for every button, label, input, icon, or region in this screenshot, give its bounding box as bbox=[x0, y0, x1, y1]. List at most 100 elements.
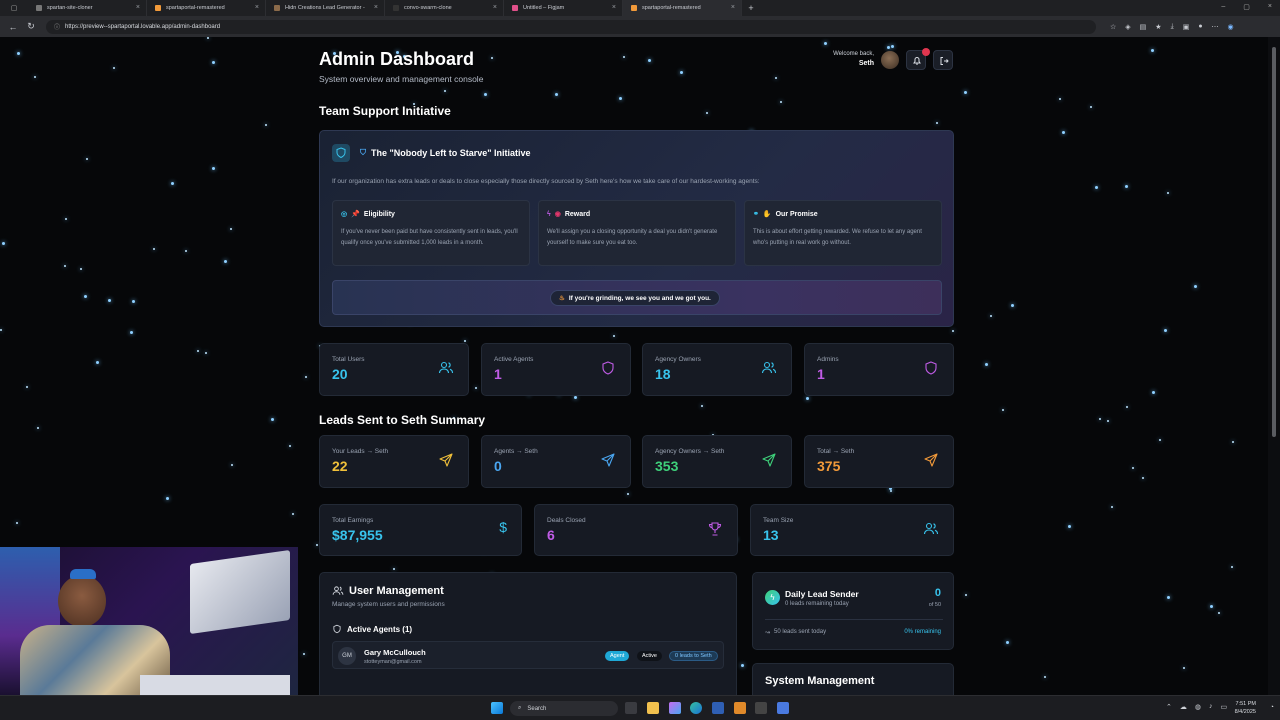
collections-icon[interactable]: ▤ bbox=[1140, 23, 1147, 31]
star-dot bbox=[231, 464, 233, 466]
logout-button[interactable] bbox=[933, 50, 953, 70]
close-tab-icon[interactable]: × bbox=[255, 4, 259, 11]
star-dot bbox=[37, 427, 39, 429]
browser-toolbar: ← ↻ ⓘ https://preview--spartaportal.lova… bbox=[0, 16, 1280, 37]
taskbar-search[interactable]: ⌕ Search bbox=[510, 701, 618, 716]
stat-value: 22 bbox=[332, 458, 348, 474]
address-bar[interactable]: ⓘ https://preview--spartaportal.lovable.… bbox=[46, 19, 1096, 34]
status-badge: Active bbox=[637, 651, 662, 661]
star-dot bbox=[17, 52, 20, 55]
app-icon[interactable] bbox=[777, 702, 789, 714]
battery-icon[interactable]: ▭ bbox=[1220, 703, 1227, 711]
volume-icon[interactable]: ♪ bbox=[1209, 703, 1213, 711]
star-dot bbox=[965, 594, 967, 596]
stat-card-total-users: Total Users 20 bbox=[319, 343, 469, 396]
tab-favicon-icon bbox=[155, 5, 161, 11]
stat-label: Agency Owners → Seth bbox=[655, 448, 725, 455]
initiative-intro: If our organization has extra leads or d… bbox=[332, 178, 760, 185]
extension-icon[interactable]: ◈ bbox=[1125, 23, 1130, 31]
target-icon: ◎ bbox=[341, 211, 348, 218]
notifications-button[interactable] bbox=[906, 48, 930, 70]
close-tab-icon[interactable]: × bbox=[136, 4, 140, 11]
star-dot bbox=[1159, 439, 1161, 441]
stat-label: Deals Closed bbox=[547, 517, 586, 524]
windows-taskbar: ⌕ Search ⌃ ☁ ◍ ♪ ▭ 7:51 PM 8/4/2025 ◔ bbox=[0, 695, 1280, 720]
reload-icon[interactable]: ↻ bbox=[22, 21, 40, 32]
favorites-icon[interactable]: ★ bbox=[1155, 23, 1161, 31]
page-subtitle: System overview and management console bbox=[319, 74, 484, 84]
browser-tab-active[interactable]: spartaportal-remastered × bbox=[623, 0, 742, 16]
star-dot bbox=[80, 268, 82, 270]
star-dot bbox=[806, 397, 809, 400]
chevron-up-icon[interactable]: ⌃ bbox=[1166, 703, 1172, 711]
minimize-icon[interactable]: – bbox=[1221, 3, 1225, 11]
browser-tab[interactable]: spartaportal-remastered × bbox=[147, 0, 266, 16]
app-icon[interactable] bbox=[734, 702, 746, 714]
network-icon[interactable]: ◍ bbox=[1195, 703, 1201, 711]
browser-tab[interactable]: Hidn Creations Lead Generator - × bbox=[266, 0, 385, 16]
store-icon[interactable] bbox=[712, 702, 724, 714]
role-badge: Agent bbox=[605, 651, 630, 661]
new-tab-button[interactable]: + bbox=[742, 3, 760, 13]
star-dot bbox=[292, 513, 294, 515]
stat-value: 353 bbox=[655, 458, 679, 474]
star-icon[interactable]: ☆ bbox=[1110, 23, 1116, 31]
avatar[interactable] bbox=[881, 51, 899, 69]
webcam-keyboard bbox=[140, 675, 290, 695]
maximize-icon[interactable]: ▢ bbox=[1243, 3, 1250, 11]
download-icon[interactable]: ⤓ bbox=[1171, 23, 1174, 31]
copilot-app-icon[interactable] bbox=[669, 702, 681, 714]
star-dot bbox=[153, 248, 155, 250]
star-dot bbox=[1062, 131, 1065, 134]
star-dot bbox=[1232, 441, 1234, 443]
close-tab-icon[interactable]: × bbox=[374, 4, 378, 11]
close-window-icon[interactable]: × bbox=[1268, 3, 1272, 11]
taskbar-clock[interactable]: 7:51 PM 8/4/2025 bbox=[1235, 700, 1256, 716]
menu-icon[interactable]: ⋯ bbox=[1212, 23, 1219, 31]
browser-tab[interactable]: Untitled – Figjam × bbox=[504, 0, 623, 16]
shield-icon bbox=[925, 361, 937, 375]
table-row[interactable]: GM Gary McCullouch stotteyman@gmail.com … bbox=[332, 641, 724, 669]
copilot-icon[interactable]: ◉ bbox=[1228, 23, 1234, 31]
page-scrollbar[interactable] bbox=[1268, 37, 1280, 695]
task-view-icon[interactable] bbox=[625, 702, 637, 714]
scrollbar-thumb[interactable] bbox=[1272, 47, 1276, 437]
browser-tab[interactable]: convo-swarm-clone × bbox=[385, 0, 504, 16]
card-title: Our Promise bbox=[775, 210, 818, 218]
send-icon bbox=[924, 453, 938, 467]
terminal-icon[interactable] bbox=[755, 702, 767, 714]
star-dot bbox=[780, 101, 782, 103]
stat-label: Total Users bbox=[332, 356, 365, 363]
close-tab-icon[interactable]: × bbox=[731, 4, 735, 11]
screenshot-icon[interactable]: ▣ bbox=[1183, 23, 1190, 31]
star-dot bbox=[130, 331, 133, 334]
file-explorer-icon[interactable] bbox=[647, 702, 659, 714]
star-dot bbox=[574, 396, 577, 399]
remaining-text: 0 leads remaining today bbox=[785, 601, 849, 607]
star-dot bbox=[464, 340, 466, 342]
star-dot bbox=[166, 497, 169, 500]
profile-avatar-icon[interactable]: ● bbox=[1198, 23, 1202, 31]
star-dot bbox=[1090, 106, 1092, 108]
star-dot bbox=[185, 250, 187, 252]
star-dot bbox=[34, 76, 36, 78]
stat-card-total-earnings: Total Earnings $87,955 $ bbox=[319, 504, 522, 556]
site-info-icon[interactable]: ⓘ bbox=[54, 22, 60, 31]
tab-favicon-icon bbox=[393, 5, 399, 11]
close-tab-icon[interactable]: × bbox=[493, 4, 497, 11]
notification-center-icon[interactable]: ◔ bbox=[1270, 704, 1274, 711]
send-icon bbox=[762, 453, 776, 467]
star-dot bbox=[16, 522, 18, 524]
browser-tab[interactable]: spartan-site-cloner × bbox=[28, 0, 147, 16]
tab-label: spartaportal-remastered bbox=[642, 5, 701, 11]
cloud-icon[interactable]: ☁ bbox=[1180, 703, 1187, 711]
star-dot bbox=[271, 418, 274, 421]
tab-actions-icon[interactable]: ▢ bbox=[0, 0, 28, 16]
start-icon[interactable] bbox=[491, 702, 503, 714]
back-icon[interactable]: ← bbox=[4, 22, 22, 32]
stat-card-agency-owners: Agency Owners 18 bbox=[642, 343, 792, 396]
star-dot bbox=[108, 299, 111, 302]
star-dot bbox=[1231, 566, 1233, 568]
edge-browser-icon[interactable] bbox=[690, 702, 702, 714]
close-tab-icon[interactable]: × bbox=[612, 4, 616, 11]
